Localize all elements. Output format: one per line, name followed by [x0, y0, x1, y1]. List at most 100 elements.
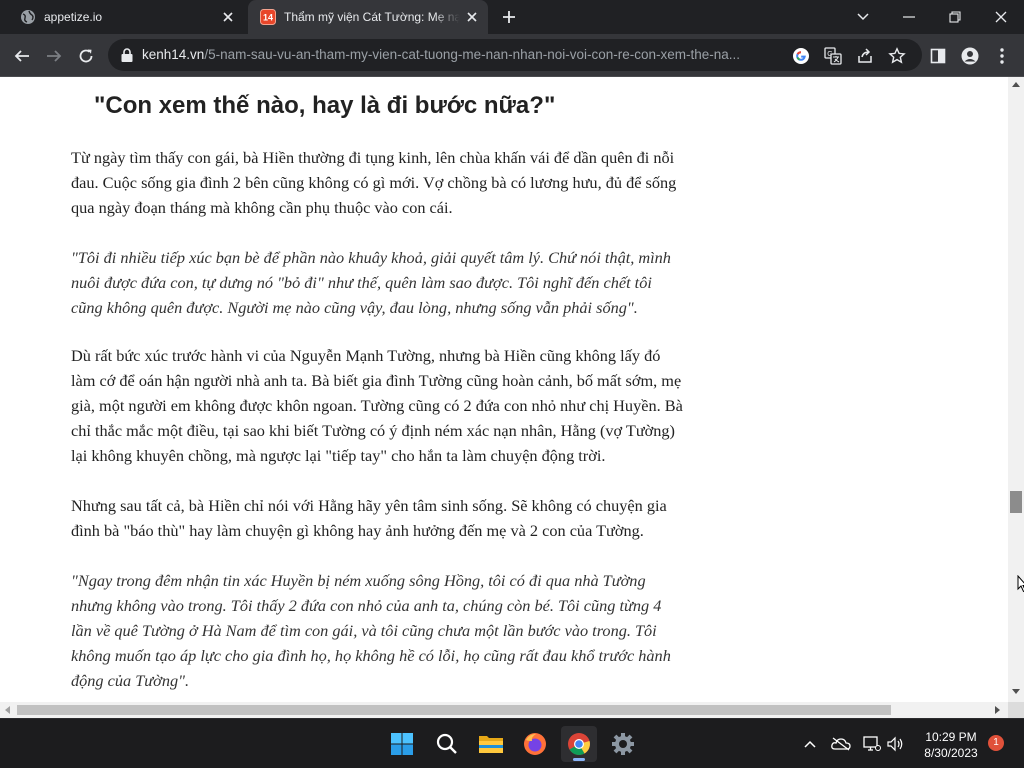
globe-icon [20, 9, 36, 25]
search-icon [436, 733, 457, 754]
forward-button[interactable] [40, 42, 68, 70]
paragraph-line: qua ngày đoạn tháng mà không cần phụ thu… [71, 198, 453, 217]
side-panel-button[interactable] [924, 42, 952, 70]
close-tab-icon[interactable] [460, 5, 484, 29]
reload-button[interactable] [72, 42, 100, 70]
system-clock[interactable]: 10:29 PM 8/30/2023 [916, 729, 986, 761]
article-paragraph: Dù rất bức xúc trước hành vi của Nguyễn … [71, 343, 719, 468]
url-path: /5-nam-sau-vu-an-tham-my-vien-cat-tuong-… [204, 47, 741, 62]
tab-strip: appetize.io 14 Thẩm mỹ viện Cát Tường: M… [0, 0, 1024, 34]
windows-taskbar: 10:29 PM 8/30/2023 1 [0, 718, 1024, 768]
paragraph-line: chỉ thắc mắc một điều, tại sao khi biết … [71, 421, 675, 440]
paragraph-line: không muốn tạo áp lực cho gia đình họ, h… [71, 646, 671, 665]
file-explorer-icon [479, 736, 503, 753]
paragraph-line: "Tôi đi nhiều tiếp xúc bạn bè để phần nà… [71, 248, 671, 267]
close-tab-icon[interactable] [216, 5, 240, 29]
chrome-taskbar-button[interactable] [561, 726, 597, 762]
vertical-scroll-thumb[interactable] [1010, 491, 1022, 513]
scroll-right-arrow-icon[interactable] [995, 706, 1000, 714]
paragraph-line: cũng không quên được. Người mẹ nào cũng … [71, 298, 638, 317]
reload-icon [79, 49, 93, 63]
scroll-left-arrow-icon[interactable] [5, 706, 10, 714]
page-viewport[interactable]: "Con xem thế nào, hay là đi bước nữa?" T… [0, 77, 1024, 718]
paragraph-line: động của Tường". [71, 671, 190, 690]
tab-kenh14[interactable]: 14 Thẩm mỹ viện Cát Tường: Mẹ nạn nhân n… [248, 0, 488, 34]
network-icon [863, 736, 881, 751]
browser-toolbar: kenh14.vn/5-nam-sau-vu-an-tham-my-vien-c… [0, 34, 1024, 77]
clock-time: 10:29 PM [925, 730, 977, 744]
article-quote: "Tôi đi nhiều tiếp xúc bạn bè để phần nà… [71, 245, 719, 320]
paragraph-line: đau. Cuộc sống gia đình 2 bên cũng không… [71, 173, 677, 192]
settings-button[interactable] [605, 726, 641, 762]
settings-icon [612, 733, 634, 755]
volume-tray-button[interactable] [886, 734, 906, 754]
close-window-button[interactable] [978, 0, 1024, 34]
paragraph-line: làm cớ để oán hận người nhà anh ta. Bà b… [71, 371, 682, 390]
paragraph-line: lần về quê Tường ở Hà Nam để tìm con gái… [71, 621, 657, 640]
restore-icon [949, 11, 961, 23]
tab-search-button[interactable] [840, 0, 886, 34]
back-button[interactable] [8, 42, 36, 70]
paragraph-line: già, một người em không được khôn ngoan.… [71, 396, 683, 415]
cloud-off-icon [831, 737, 851, 751]
scroll-down-arrow-icon[interactable] [1012, 689, 1020, 694]
file-explorer-button[interactable] [473, 726, 509, 762]
kenh14-favicon-text: 14 [263, 13, 273, 23]
paragraph-line: nuôi được đứa con, tự dưng nó "bỏ đi" nh… [71, 273, 652, 292]
horizontal-scrollbar[interactable] [0, 702, 1008, 718]
article-paragraph: Nhưng sau tất cả, bà Hiền chỉ nói với Hằ… [71, 493, 719, 543]
show-hidden-icons-button[interactable] [800, 734, 820, 754]
taskbar-search-button[interactable] [429, 726, 465, 762]
scrollbar-corner [1008, 702, 1024, 718]
paragraph-line: "Ngay trong đêm nhận tin xác Huyền bị né… [71, 571, 646, 590]
address-bar[interactable]: kenh14.vn/5-nam-sau-vu-an-tham-my-vien-c… [108, 39, 922, 71]
side-panel-icon [930, 48, 946, 64]
paragraph-line: lại không khuyên chồng, mà ngược lại "ti… [71, 446, 606, 465]
kenh14-favicon: 14 [260, 9, 276, 25]
minimize-button[interactable] [886, 0, 932, 34]
vertical-scrollbar[interactable] [1008, 77, 1024, 702]
horizontal-scroll-thumb[interactable] [17, 705, 891, 715]
lock-icon[interactable] [120, 47, 134, 63]
onedrive-tray-button[interactable] [831, 734, 851, 754]
chrome-icon [568, 733, 590, 755]
bookmark-star-icon[interactable] [886, 45, 908, 67]
article-paragraph: Từ ngày tìm thấy con gái, bà Hiền thường… [71, 145, 719, 220]
speaker-icon [887, 736, 903, 752]
close-icon [995, 11, 1007, 23]
translate-icon[interactable]: G [822, 45, 844, 67]
scroll-up-arrow-icon[interactable] [1012, 82, 1020, 87]
arrow-left-icon [14, 50, 29, 62]
chevron-down-icon [857, 13, 869, 21]
menu-button[interactable] [988, 42, 1016, 70]
url-text[interactable]: kenh14.vn/5-nam-sau-vu-an-tham-my-vien-c… [142, 47, 782, 63]
share-icon[interactable] [854, 45, 876, 67]
plus-icon [503, 11, 515, 23]
paragraph-line: Dù rất bức xúc trước hành vi của Nguyễn … [71, 346, 661, 365]
paragraph-line: Từ ngày tìm thấy con gái, bà Hiền thường… [71, 148, 675, 167]
notification-badge[interactable]: 1 [988, 735, 1004, 751]
paragraph-line: Nhưng sau tất cả, bà Hiền chỉ nói với Hằ… [71, 496, 667, 515]
tab-appetize[interactable]: appetize.io [8, 0, 244, 34]
firefox-icon [524, 733, 546, 755]
restore-button[interactable] [932, 0, 978, 34]
paragraph-line: đình bà "báo thù" hay làm chuyện gì khôn… [71, 521, 644, 540]
clock-date: 8/30/2023 [924, 746, 978, 760]
paragraph-line: nhưng không vào trong. Tôi thấy 2 đứa co… [71, 596, 662, 615]
url-host: kenh14.vn [142, 47, 205, 62]
tab-title: Thẩm mỹ viện Cát Tường: Mẹ nạn nhân nói … [284, 10, 460, 24]
chevron-up-icon [804, 740, 816, 748]
tab-title: appetize.io [44, 10, 103, 24]
new-tab-button[interactable] [497, 5, 521, 29]
article-subheading: "Con xem thế nào, hay là đi bước nữa?" [94, 92, 556, 119]
article-quote: "Ngay trong đêm nhận tin xác Huyền bị né… [71, 568, 719, 693]
profile-icon [961, 47, 979, 65]
start-button[interactable] [384, 726, 420, 762]
network-tray-button[interactable] [862, 734, 882, 754]
firefox-button[interactable] [517, 726, 553, 762]
minimize-icon [903, 16, 915, 18]
start-icon [391, 733, 413, 755]
profile-button[interactable] [956, 42, 984, 70]
kebab-menu-icon [1000, 48, 1004, 64]
google-lens-icon[interactable] [790, 45, 812, 67]
